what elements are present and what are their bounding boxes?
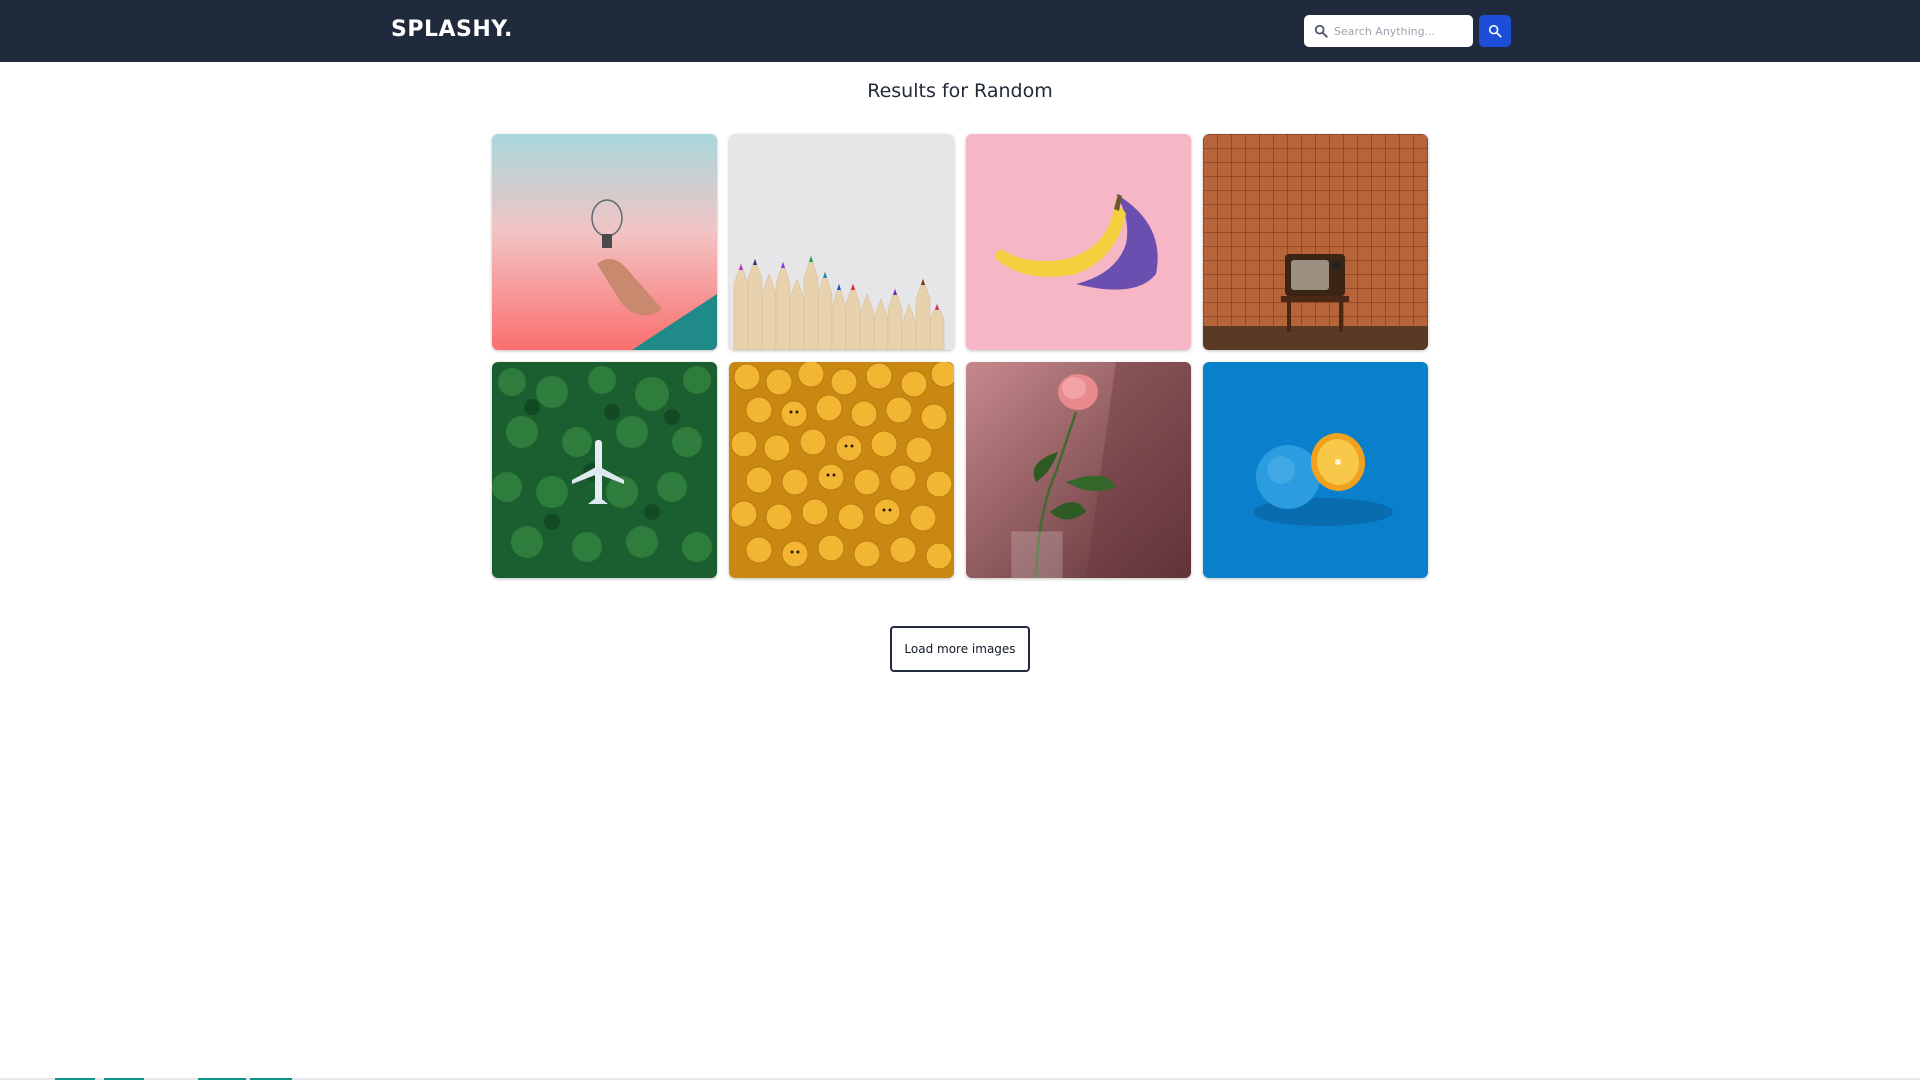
image-card[interactable] — [1203, 362, 1428, 578]
top-navbar: SPLASHY. — [0, 0, 1920, 62]
image-grid — [492, 134, 1429, 578]
blue-orange-fruit-image — [1203, 362, 1428, 578]
lightbulb-in-hand-image — [492, 134, 717, 350]
search-input[interactable] — [1334, 15, 1468, 47]
load-more-button[interactable]: Load more images — [890, 626, 1030, 672]
banana-on-pink-image — [966, 134, 1191, 350]
brand-logo[interactable]: SPLASHY. — [391, 17, 513, 42]
retro-tv-on-stool-image — [1203, 134, 1428, 350]
image-card[interactable] — [966, 134, 1191, 350]
search-icon — [1314, 24, 1328, 38]
search-button[interactable] — [1479, 15, 1511, 47]
image-card[interactable] — [492, 134, 717, 350]
image-card[interactable] — [492, 362, 717, 578]
image-card[interactable] — [729, 134, 954, 350]
yellow-toy-heads-image — [729, 362, 954, 578]
plane-in-forest-image — [492, 362, 717, 578]
image-card[interactable] — [966, 362, 1191, 578]
search-icon — [1488, 24, 1502, 38]
results-title: Results for Random — [867, 80, 1053, 102]
image-card[interactable] — [729, 362, 954, 578]
search-field[interactable] — [1304, 15, 1473, 47]
pink-rose-in-vase-image — [966, 362, 1191, 578]
image-card[interactable] — [1203, 134, 1428, 350]
colored-pencils-image — [729, 134, 954, 350]
